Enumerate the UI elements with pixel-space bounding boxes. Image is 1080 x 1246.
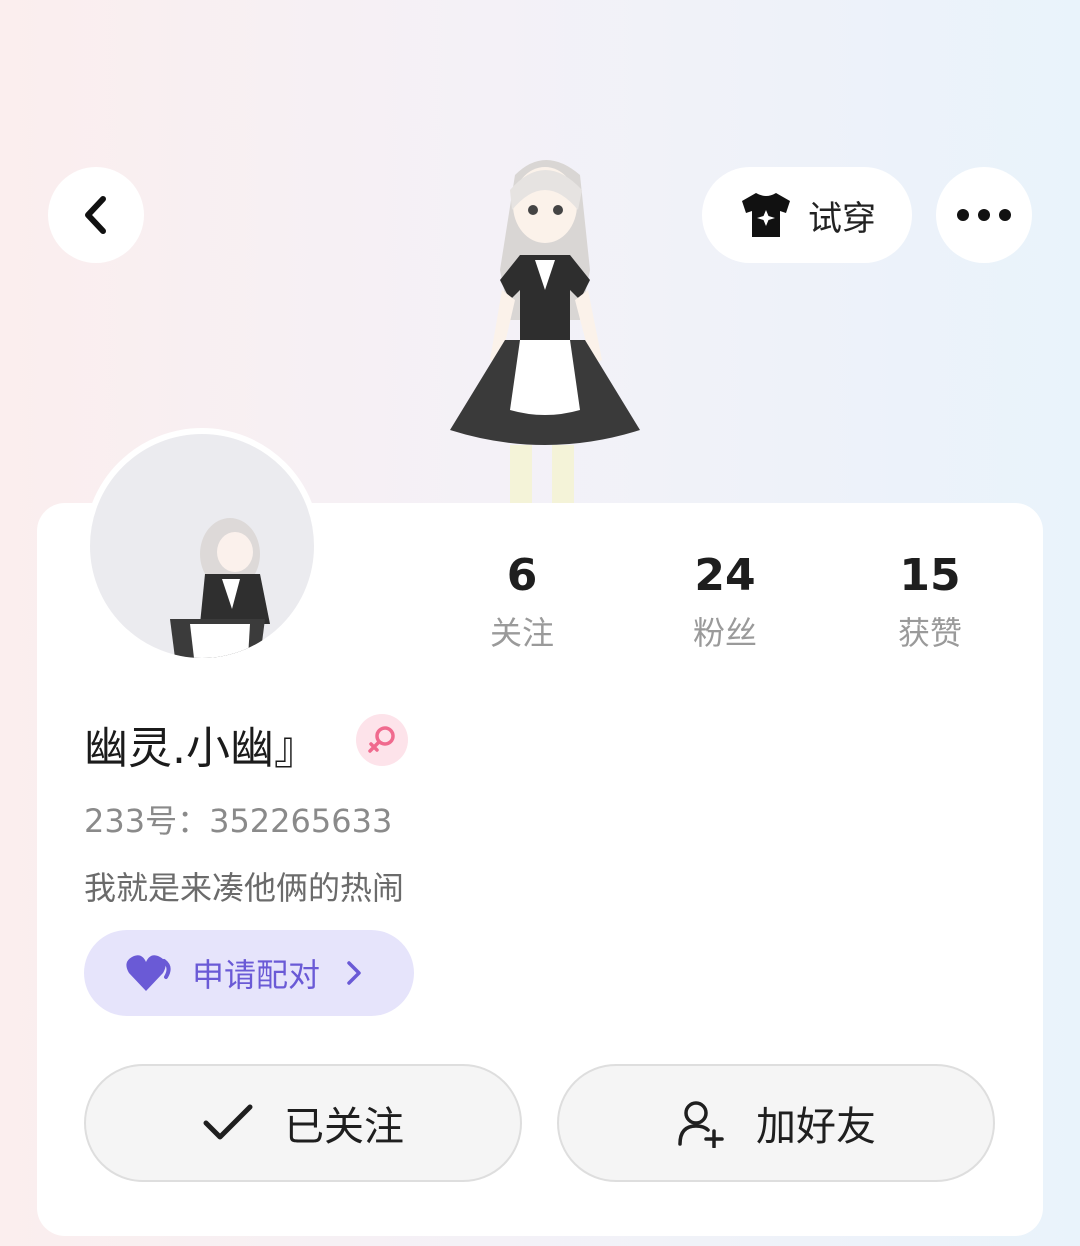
followers-count: 24 bbox=[694, 550, 756, 601]
chevron-right-icon bbox=[347, 961, 361, 985]
chevron-left-icon bbox=[85, 196, 106, 234]
female-icon bbox=[356, 714, 408, 766]
try-on-button[interactable]: 试穿 bbox=[702, 167, 912, 263]
avatar[interactable] bbox=[84, 428, 320, 664]
user-id: 233号：352265633 bbox=[84, 802, 393, 840]
request-pair-button[interactable]: 申请配对 bbox=[84, 930, 414, 1016]
followed-label: 已关注 bbox=[284, 1104, 404, 1150]
stat-likes[interactable]: 15 获赞 bbox=[830, 548, 1030, 654]
stat-followers[interactable]: 24 粉丝 bbox=[625, 548, 825, 654]
add-friend-label: 加好友 bbox=[756, 1104, 876, 1150]
check-icon bbox=[203, 1104, 253, 1140]
more-options-button[interactable] bbox=[936, 167, 1032, 263]
following-count: 6 bbox=[506, 550, 538, 601]
bio: 我就是来凑他俩的热闹 bbox=[84, 869, 405, 907]
add-user-icon bbox=[678, 1101, 724, 1148]
more-dots-icon bbox=[957, 209, 1011, 221]
request-pair-label: 申请配对 bbox=[192, 956, 321, 994]
add-friend-button[interactable]: 加好友 bbox=[557, 1064, 995, 1182]
likes-label: 获赞 bbox=[897, 614, 962, 652]
back-button[interactable] bbox=[48, 167, 144, 263]
followed-button[interactable]: 已关注 bbox=[84, 1064, 522, 1182]
stat-following[interactable]: 6 关注 bbox=[422, 548, 622, 654]
avatar-image bbox=[170, 518, 270, 658]
heart-icon bbox=[126, 955, 171, 991]
likes-count: 15 bbox=[899, 550, 961, 601]
try-on-label: 试穿 bbox=[808, 198, 876, 239]
followers-label: 粉丝 bbox=[692, 614, 757, 652]
username: 幽灵.小幽』 bbox=[84, 723, 318, 774]
tshirt-icon bbox=[742, 193, 790, 237]
avatar-figure bbox=[450, 160, 640, 505]
following-label: 关注 bbox=[489, 614, 554, 652]
